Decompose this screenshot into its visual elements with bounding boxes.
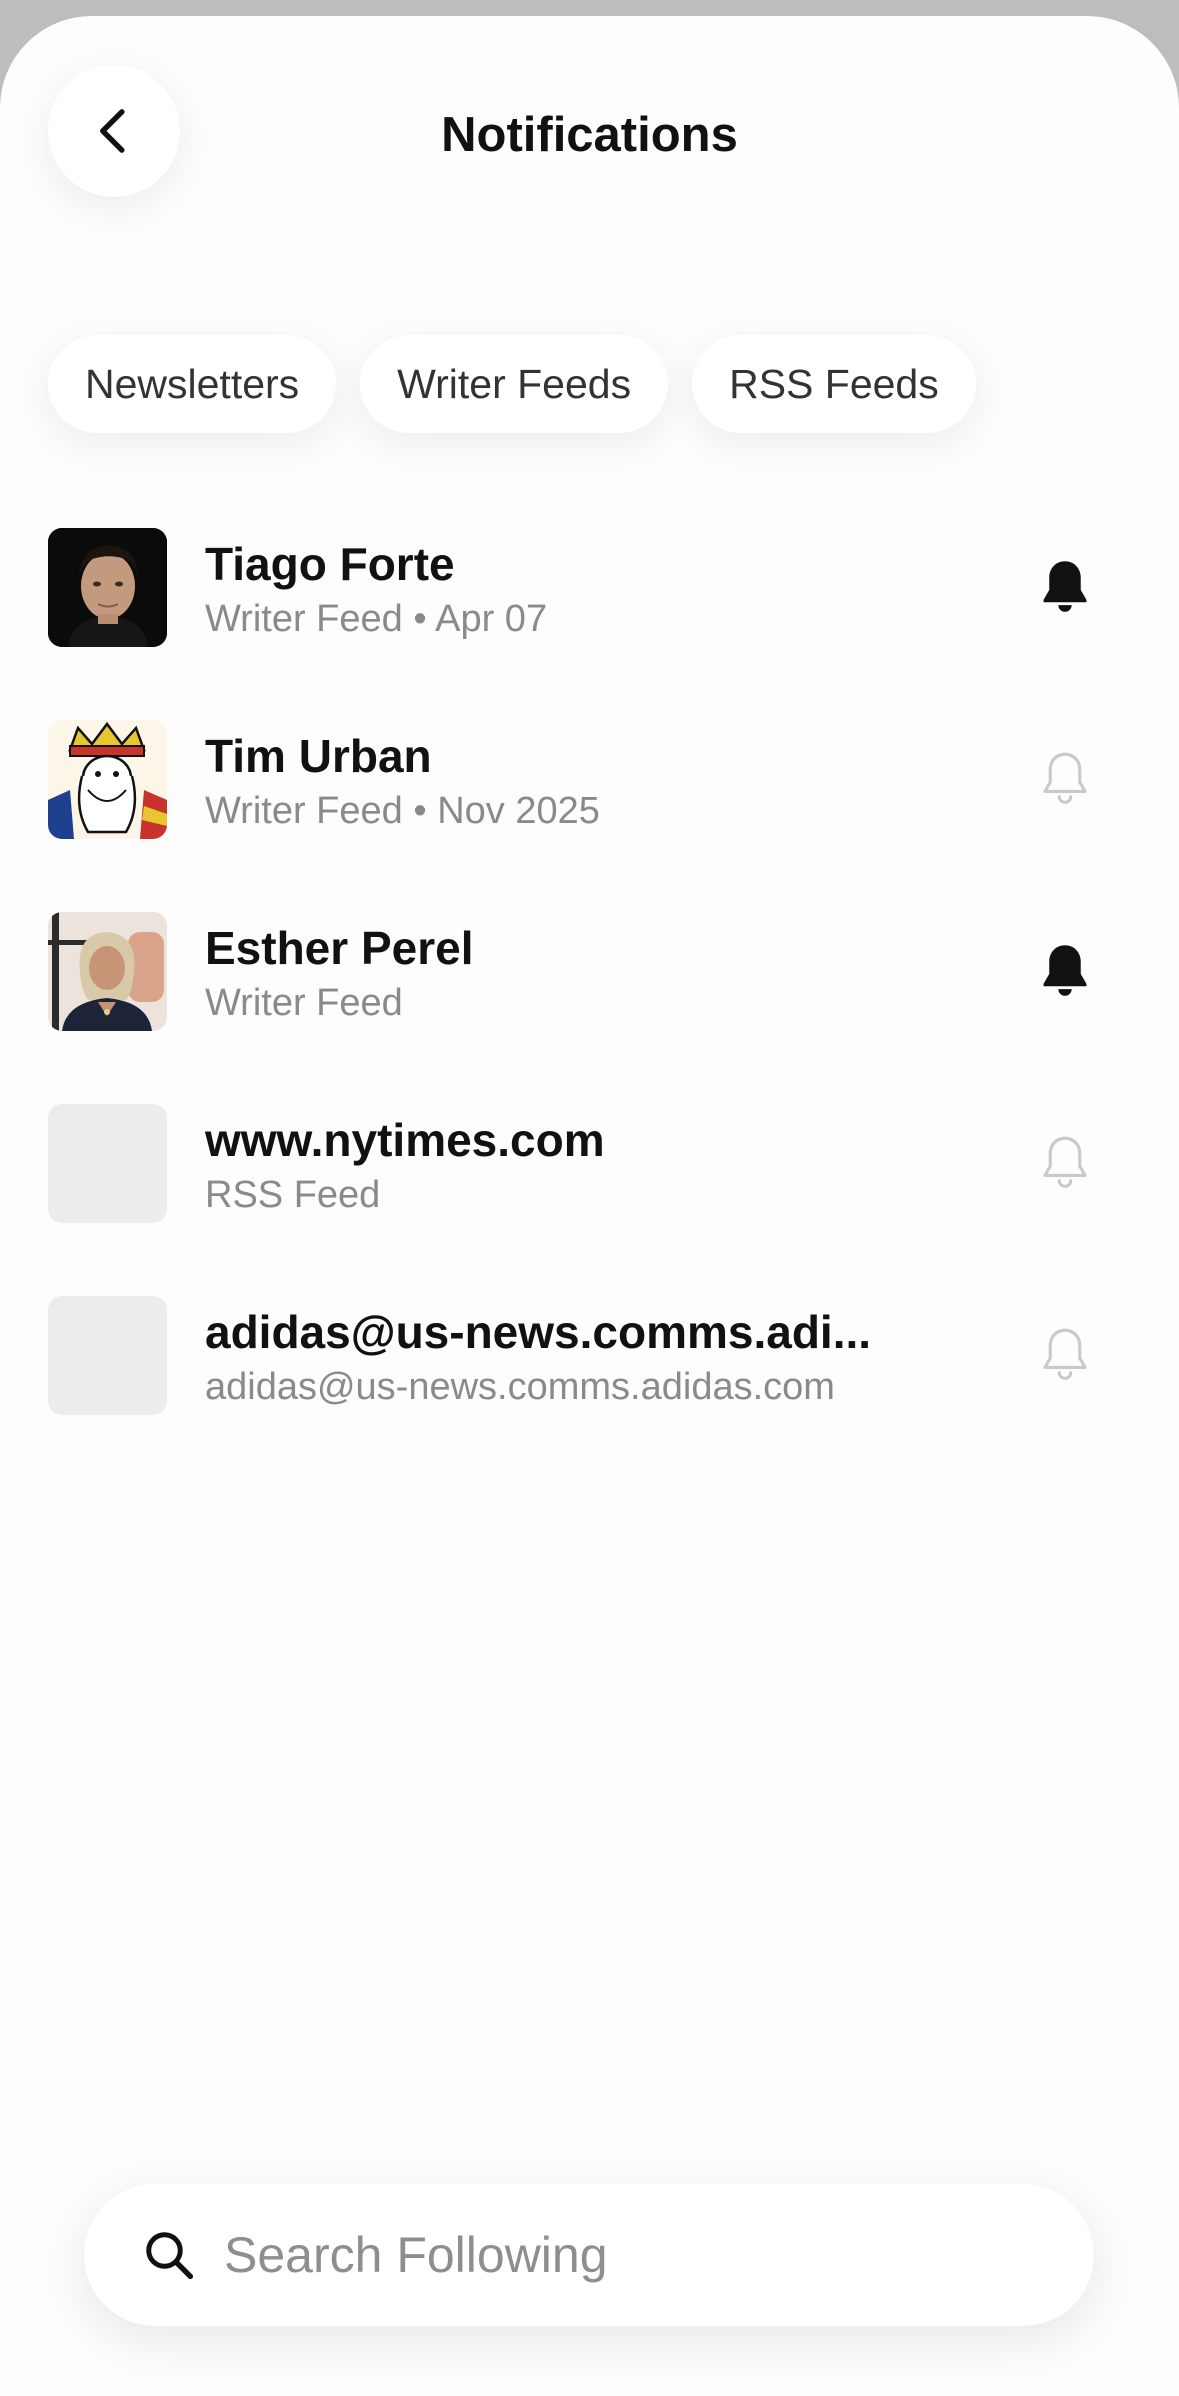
search-input[interactable] [224,2184,1044,2326]
notifications-sheet: Notifications Newsletters Writer Feeds R… [0,16,1179,2396]
bell-outline-icon[interactable] [1036,1132,1094,1194]
avatar [48,912,167,1031]
avatar [48,720,167,839]
filter-chips: Newsletters Writer Feeds RSS Feeds [48,335,976,433]
avatar [48,528,167,647]
search-bar[interactable] [84,2184,1094,2326]
portrait-photo-icon [48,912,167,1031]
item-name: Tiago Forte [205,538,455,590]
avatar-placeholder [48,1104,167,1223]
item-subtitle: Writer Feed [205,982,403,1024]
list-item[interactable]: Esther Perel Writer Feed [0,900,1179,1040]
list-item[interactable]: Tiago Forte Writer Feed • Apr 07 [0,516,1179,656]
list-item[interactable]: Tim Urban Writer Feed • Nov 2025 [0,708,1179,848]
chip-rss-feeds[interactable]: RSS Feeds [692,335,976,433]
bell-filled-icon[interactable] [1036,556,1094,618]
chip-writer-feeds[interactable]: Writer Feeds [360,335,669,433]
avatar-placeholder [48,1296,167,1415]
list-item[interactable]: www.nytimes.com RSS Feed [0,1092,1179,1232]
item-name: Tim Urban [205,730,432,782]
page-title: Notifications [441,108,738,162]
bell-filled-icon[interactable] [1036,940,1094,1002]
item-subtitle: Writer Feed • Apr 07 [205,598,548,640]
search-icon [146,2232,194,2280]
item-name: www.nytimes.com [205,1114,605,1166]
item-name: Esther Perel [205,922,474,974]
list-item[interactable]: adidas@us-news.comms.adi... adidas@us-ne… [0,1284,1179,1424]
portrait-photo-icon [48,528,167,647]
bell-outline-icon[interactable] [1036,748,1094,810]
item-name: adidas@us-news.comms.adi... [205,1306,872,1358]
chip-newsletters[interactable]: Newsletters [48,335,337,433]
item-subtitle: adidas@us-news.comms.adidas.com [205,1366,835,1408]
bell-outline-icon[interactable] [1036,1324,1094,1386]
item-subtitle: RSS Feed [205,1174,381,1216]
king-card-icon [48,720,167,839]
item-subtitle: Writer Feed • Nov 2025 [205,790,600,832]
